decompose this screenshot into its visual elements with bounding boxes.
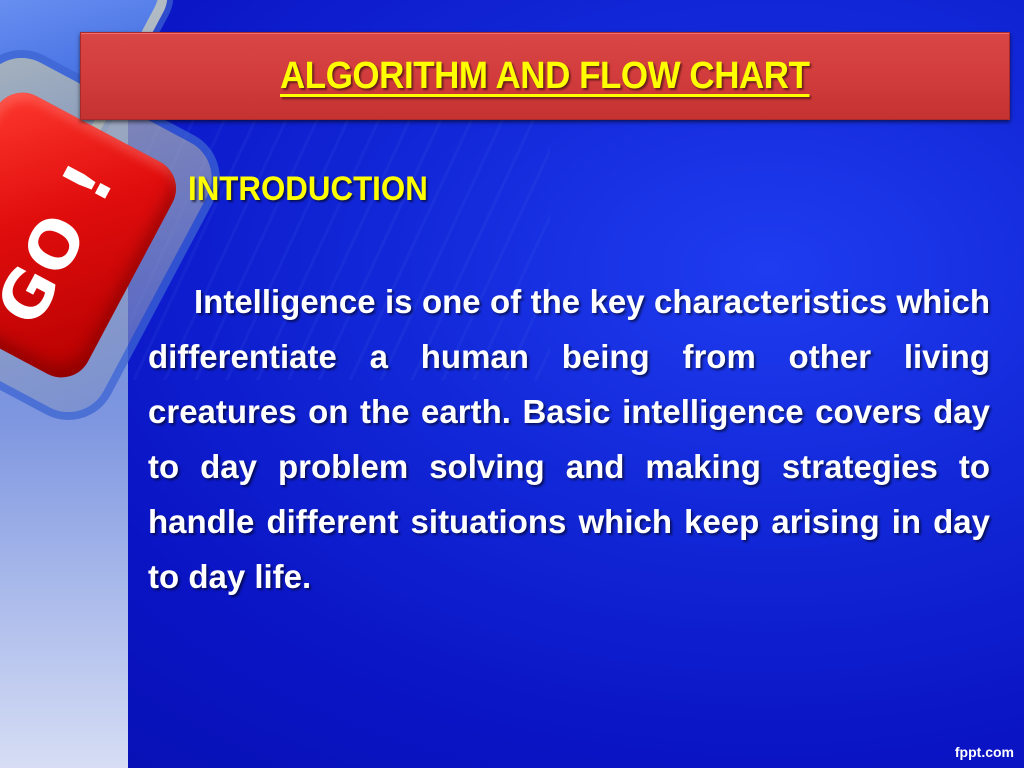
watermark-text: fppt.com xyxy=(954,744,1014,760)
section-heading: INTRODUCTION xyxy=(188,170,428,208)
title-banner: ALGORITHM AND FLOW CHART xyxy=(80,32,1010,120)
body-paragraph: Intelligence is one of the key character… xyxy=(148,283,990,595)
slide-title: ALGORITHM AND FLOW CHART xyxy=(280,54,810,97)
